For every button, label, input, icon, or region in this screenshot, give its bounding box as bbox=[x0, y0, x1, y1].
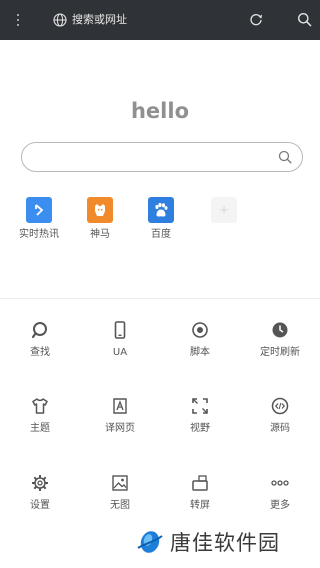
address-bar-text[interactable]: 搜索或网址 bbox=[72, 12, 127, 28]
tool-label: 设置 bbox=[30, 500, 50, 511]
baidu-paw-icon bbox=[148, 197, 174, 223]
tool-timed-refresh[interactable]: 定时刷新 bbox=[240, 320, 320, 360]
watermark: 唐佳软件园 bbox=[136, 527, 280, 557]
no-image-icon bbox=[112, 475, 128, 491]
tool-ua[interactable]: UA bbox=[80, 320, 160, 360]
search-icon[interactable] bbox=[297, 12, 312, 27]
watermark-text: 唐佳软件园 bbox=[170, 531, 280, 555]
tool-find[interactable]: 查找 bbox=[0, 320, 80, 360]
search-icon[interactable] bbox=[278, 150, 292, 164]
tool-no-image[interactable]: 无图 bbox=[80, 473, 160, 513]
tool-source[interactable]: 源码 bbox=[240, 396, 320, 436]
tool-label: 源码 bbox=[270, 423, 290, 434]
script-icon bbox=[192, 322, 208, 338]
shortcut-label: 实时热讯 bbox=[19, 229, 59, 240]
top-bar: 搜索或网址 bbox=[0, 0, 320, 40]
tool-view[interactable]: 视野 bbox=[160, 396, 240, 436]
tool-settings[interactable]: 设置 bbox=[0, 473, 80, 513]
shortcut-add[interactable]: + bbox=[194, 197, 254, 228]
tool-more[interactable]: 更多 bbox=[240, 473, 320, 513]
find-icon bbox=[31, 322, 47, 339]
page-title: hello bbox=[130, 99, 190, 123]
source-code-icon bbox=[271, 397, 289, 415]
shortcut-shenma[interactable]: 神马 bbox=[70, 197, 130, 242]
tool-label: 译网页 bbox=[105, 423, 135, 434]
shortcut-label: 神马 bbox=[90, 229, 110, 240]
tool-label: UA bbox=[112, 347, 128, 358]
translate-icon bbox=[113, 398, 127, 414]
tool-label: 脚本 bbox=[190, 347, 210, 358]
tshirt-icon bbox=[32, 398, 48, 414]
add-icon: + bbox=[211, 197, 237, 223]
tool-theme[interactable]: 主题 bbox=[0, 396, 80, 436]
clock-icon bbox=[272, 322, 288, 338]
tool-label: 定时刷新 bbox=[260, 347, 300, 358]
tool-label: 主题 bbox=[30, 423, 50, 434]
tool-label: 查找 bbox=[30, 347, 50, 358]
rotate-screen-icon bbox=[192, 475, 208, 491]
shortcut-hot-news[interactable]: 实时热讯 bbox=[9, 197, 69, 242]
fullscreen-icon bbox=[192, 398, 208, 414]
refresh-icon[interactable] bbox=[249, 13, 263, 27]
tool-label: 无图 bbox=[110, 500, 130, 511]
gear-icon bbox=[32, 475, 48, 491]
tool-label: 转屏 bbox=[190, 500, 210, 511]
watermark-logo-icon bbox=[137, 531, 163, 553]
divider bbox=[0, 298, 320, 299]
tool-translate[interactable]: 译网页 bbox=[80, 396, 160, 436]
trend-arrow-icon bbox=[26, 197, 52, 223]
globe-icon bbox=[53, 13, 67, 27]
tool-label: 视野 bbox=[190, 423, 210, 434]
search-box[interactable] bbox=[21, 142, 303, 172]
shortcut-baidu[interactable]: 百度 bbox=[131, 197, 191, 242]
search-input[interactable] bbox=[34, 147, 274, 167]
tool-label: 更多 bbox=[270, 500, 290, 511]
tool-script[interactable]: 脚本 bbox=[160, 320, 240, 360]
shortcut-label: 百度 bbox=[151, 229, 171, 240]
more-vertical-icon[interactable] bbox=[10, 8, 26, 32]
phone-icon bbox=[114, 321, 126, 339]
more-dots-icon bbox=[271, 480, 289, 486]
tool-rotate[interactable]: 转屏 bbox=[160, 473, 240, 513]
shenma-logo-icon bbox=[87, 197, 113, 223]
